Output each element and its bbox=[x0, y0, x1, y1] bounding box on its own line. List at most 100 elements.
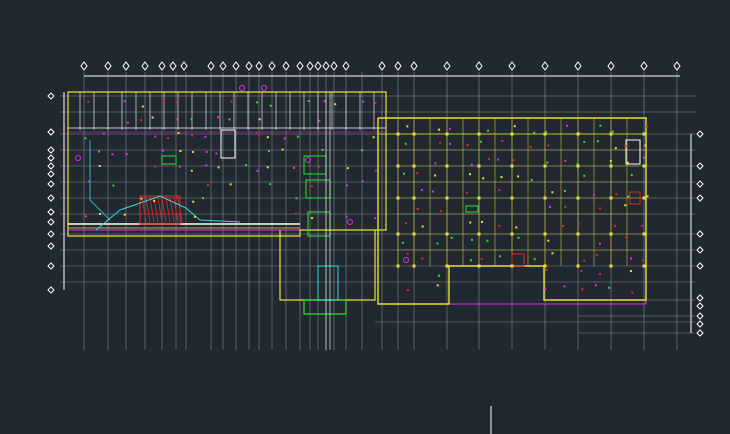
fixture-mark bbox=[334, 103, 337, 106]
fixture-mark bbox=[228, 118, 231, 121]
fixture-mark bbox=[202, 197, 205, 200]
fixture-mark bbox=[420, 188, 423, 191]
fixture-mark bbox=[645, 125, 648, 128]
column-marker bbox=[609, 164, 613, 168]
fixture-mark bbox=[281, 148, 284, 151]
fixture-mark bbox=[470, 238, 473, 241]
fixture-mark bbox=[175, 100, 178, 103]
fixture-mark bbox=[609, 243, 612, 246]
fixture-mark bbox=[614, 147, 617, 150]
fixture-mark bbox=[307, 100, 310, 103]
column-marker bbox=[609, 232, 613, 236]
fixture-mark bbox=[361, 180, 364, 183]
fixture-mark bbox=[205, 164, 208, 167]
fixture-mark bbox=[345, 215, 348, 218]
fixture-mark bbox=[372, 136, 375, 139]
fixture-mark bbox=[439, 210, 442, 213]
fixture-mark bbox=[215, 152, 218, 155]
fixture-mark bbox=[374, 217, 377, 220]
fixture-mark bbox=[87, 180, 90, 183]
fixture-mark bbox=[296, 135, 299, 138]
fixture-mark bbox=[545, 268, 548, 271]
column-marker bbox=[510, 132, 514, 136]
column-marker bbox=[642, 132, 646, 136]
fixture-mark bbox=[321, 148, 324, 151]
fixture-mark bbox=[245, 164, 248, 167]
fixture-mark bbox=[166, 137, 169, 140]
fixture-mark bbox=[644, 144, 647, 147]
column-marker bbox=[543, 164, 547, 168]
fixture-mark bbox=[141, 105, 144, 108]
fixture-mark bbox=[469, 173, 472, 176]
fixture-mark bbox=[205, 151, 208, 154]
fixture-mark bbox=[594, 284, 597, 287]
fixture-mark bbox=[406, 252, 409, 255]
fixture-mark bbox=[421, 257, 424, 260]
fixture-mark bbox=[624, 236, 627, 239]
fixture-mark bbox=[433, 174, 436, 177]
fixture-mark bbox=[641, 224, 644, 227]
fixture-mark bbox=[515, 226, 518, 229]
fixture-mark bbox=[624, 145, 627, 148]
fixture-mark bbox=[372, 119, 375, 122]
fixture-mark bbox=[564, 205, 567, 208]
fixture-mark bbox=[448, 127, 451, 130]
fixture-mark bbox=[140, 197, 143, 200]
column-marker bbox=[576, 232, 580, 236]
fixture-mark bbox=[346, 167, 349, 170]
fixture-mark bbox=[98, 212, 101, 215]
fixture-mark bbox=[230, 100, 233, 103]
column-marker bbox=[477, 164, 481, 168]
column-marker bbox=[477, 232, 481, 236]
fixture-mark bbox=[517, 175, 520, 178]
fixture-mark bbox=[548, 206, 551, 209]
column-marker bbox=[510, 196, 514, 200]
fixture-mark bbox=[266, 136, 269, 139]
fixture-mark bbox=[469, 221, 472, 224]
fixture-mark bbox=[346, 184, 349, 187]
fixture-mark bbox=[87, 100, 90, 103]
fixture-mark bbox=[362, 100, 365, 103]
fixture-mark bbox=[310, 185, 313, 188]
fixture-mark bbox=[318, 119, 321, 122]
column-marker bbox=[510, 164, 514, 168]
fixture-mark bbox=[465, 191, 468, 194]
fixture-mark bbox=[153, 199, 156, 202]
cad-drawing-canvas[interactable] bbox=[0, 0, 730, 434]
fixture-mark bbox=[563, 189, 566, 192]
fixture-mark bbox=[217, 116, 220, 119]
column-marker bbox=[543, 132, 547, 136]
fixture-mark bbox=[204, 135, 207, 138]
fixture-mark bbox=[449, 142, 452, 145]
fixture-mark bbox=[470, 163, 473, 166]
fixture-mark bbox=[255, 101, 258, 104]
column-marker bbox=[609, 132, 613, 136]
fixture-mark bbox=[614, 225, 617, 228]
fixture-mark bbox=[283, 137, 286, 140]
column-marker bbox=[477, 264, 481, 268]
column-marker bbox=[609, 264, 613, 268]
fixture-mark bbox=[566, 124, 569, 127]
fixture-mark bbox=[295, 197, 298, 200]
fixture-mark bbox=[416, 207, 419, 210]
fixture-mark bbox=[434, 162, 437, 165]
fixture-mark bbox=[500, 176, 503, 179]
column-marker bbox=[642, 164, 646, 168]
fixture-mark bbox=[529, 146, 532, 149]
column-marker bbox=[396, 264, 400, 268]
fixture-mark bbox=[162, 149, 165, 152]
column-marker bbox=[543, 196, 547, 200]
fixture-mark bbox=[611, 130, 614, 133]
fixture-mark bbox=[401, 241, 404, 244]
fixture-mark bbox=[436, 284, 439, 287]
fixture-mark bbox=[501, 140, 504, 143]
fixture-mark bbox=[627, 195, 630, 198]
fixture-mark bbox=[258, 118, 261, 121]
fixture-mark bbox=[608, 286, 611, 289]
model-space-background bbox=[0, 0, 730, 434]
fixture-mark bbox=[178, 165, 181, 168]
fixture-mark bbox=[498, 224, 501, 227]
fixture-mark bbox=[481, 220, 484, 223]
fixture-mark bbox=[517, 236, 520, 239]
fixture-mark bbox=[486, 239, 489, 242]
